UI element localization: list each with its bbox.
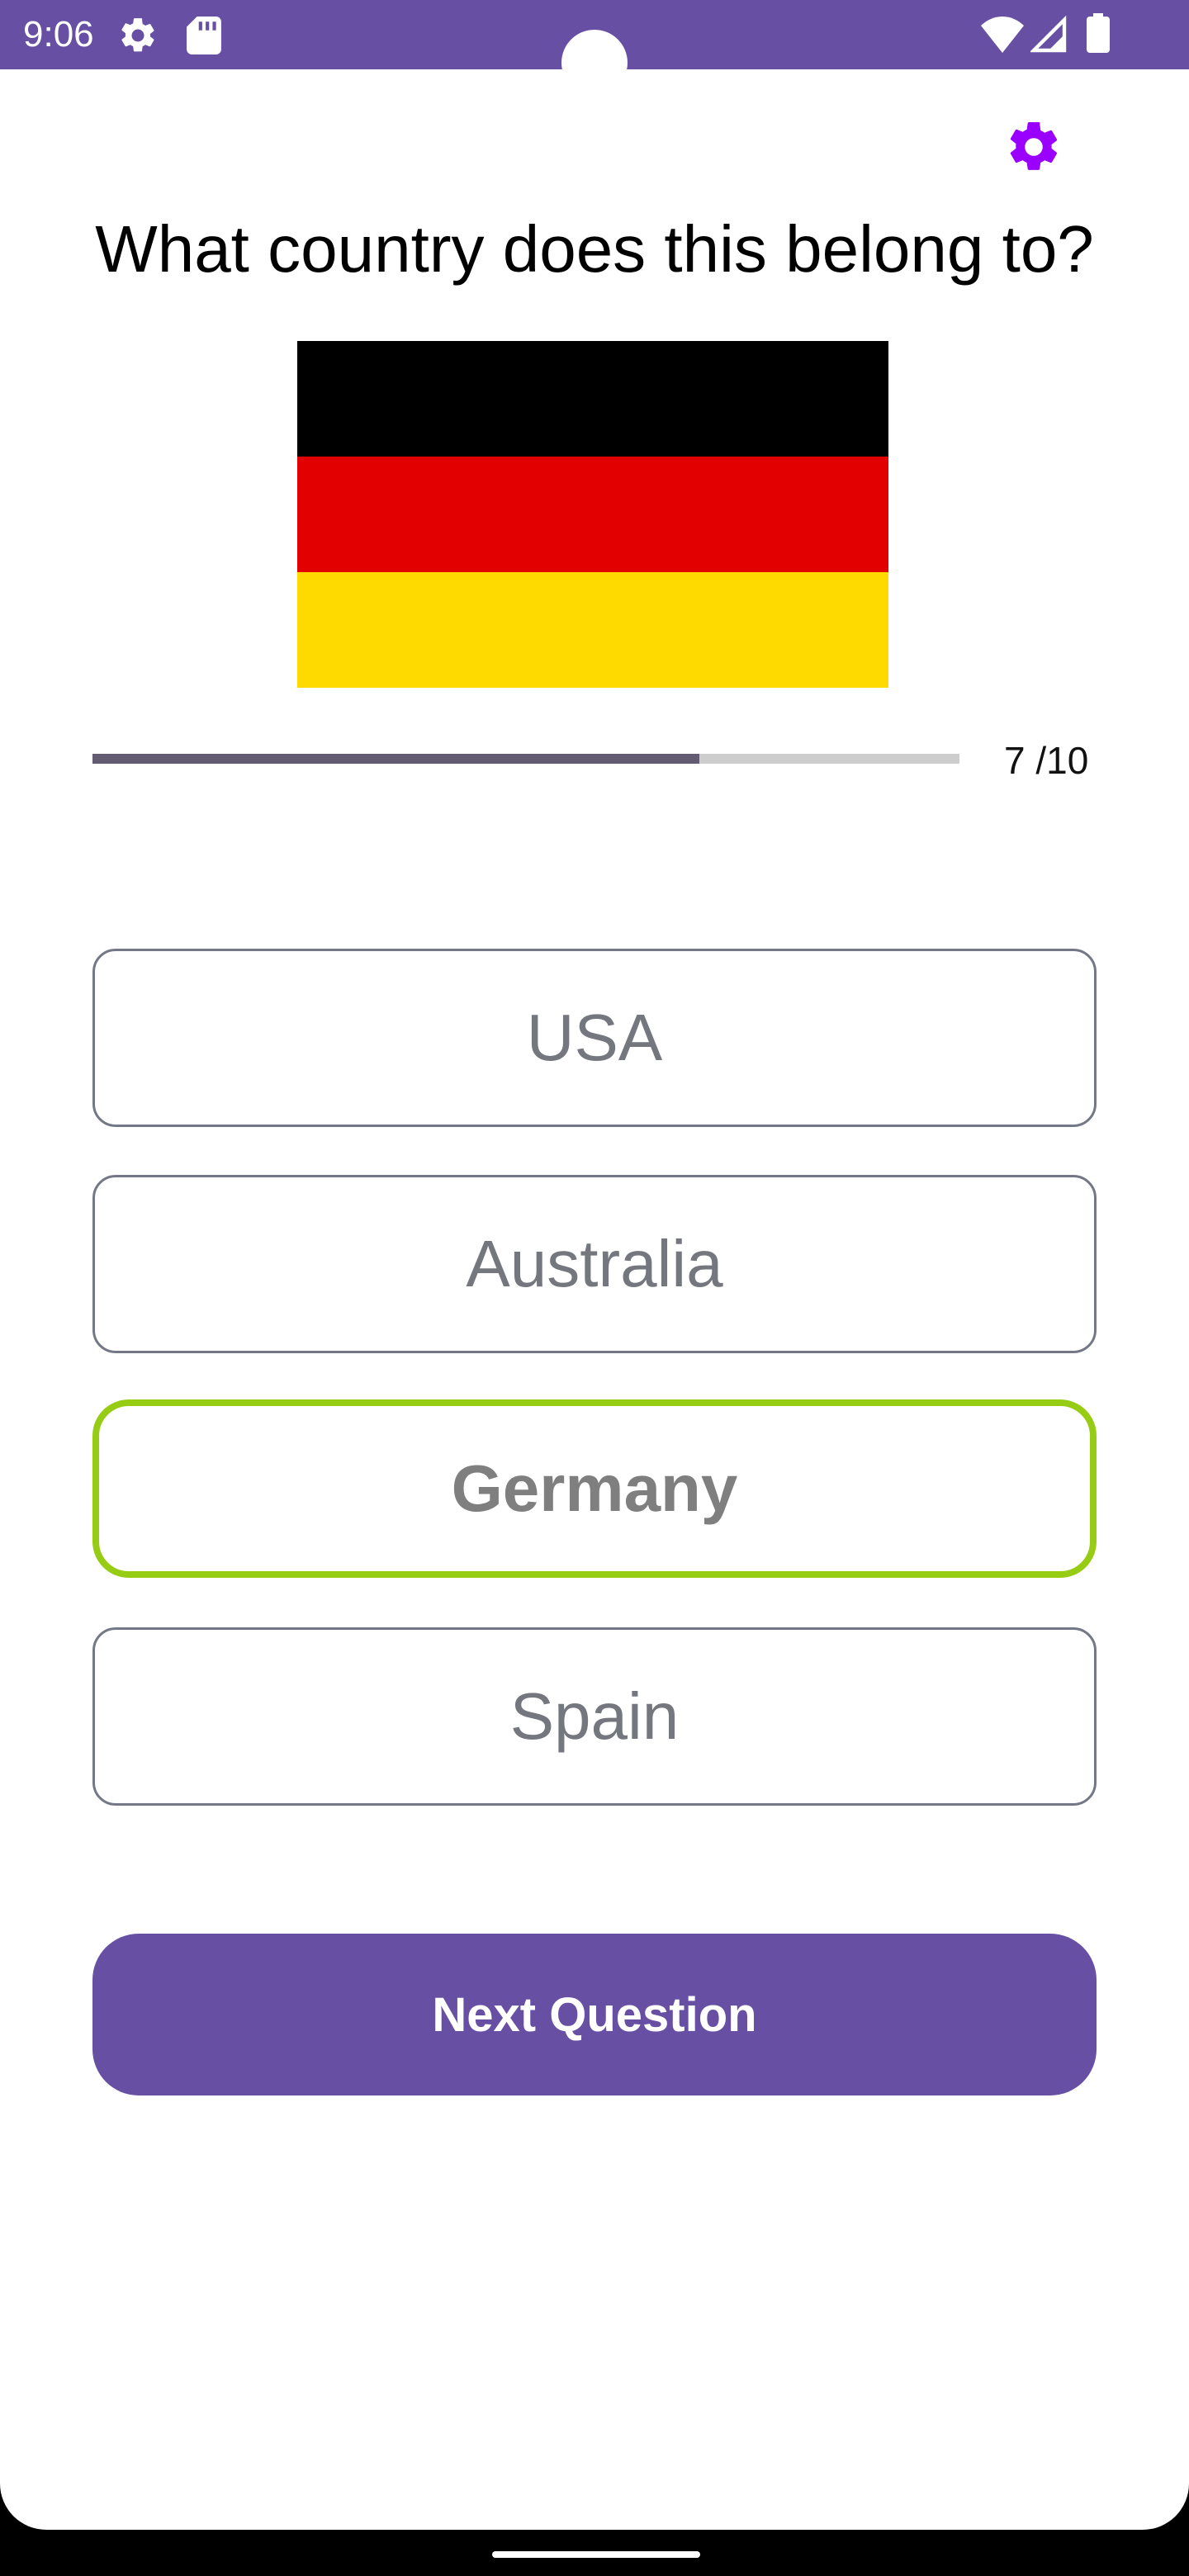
flag-band-top: [297, 341, 888, 457]
progress-fill: [92, 754, 699, 764]
sd-card-icon: [187, 17, 221, 59]
flag-image: [297, 341, 888, 688]
gesture-nav-handle[interactable]: [492, 2551, 700, 2558]
option-spain[interactable]: Spain: [92, 1627, 1097, 1806]
flag-band-middle: [297, 457, 888, 572]
option-germany[interactable]: Germany: [92, 1399, 1097, 1578]
wifi-icon: [981, 17, 1024, 57]
settings-button[interactable]: [1004, 119, 1063, 178]
progress-bar: [92, 754, 959, 764]
progress-label: 7 /10: [1004, 739, 1089, 782]
signal-icon: [1029, 15, 1067, 57]
battery-icon: [1087, 13, 1110, 57]
settings-gear-icon: [1004, 117, 1063, 181]
quiz-screen: What country does this belong to? 7 /10 …: [0, 69, 1189, 2530]
question-text: What country does this belong to?: [95, 212, 1094, 286]
next-question-button[interactable]: Next Question: [92, 1934, 1097, 2095]
option-usa[interactable]: USA: [92, 949, 1097, 1127]
flag-band-bottom: [297, 572, 888, 688]
settings-icon: [117, 15, 159, 60]
status-time: 9:06: [23, 14, 94, 54]
option-australia[interactable]: Australia: [92, 1175, 1097, 1353]
